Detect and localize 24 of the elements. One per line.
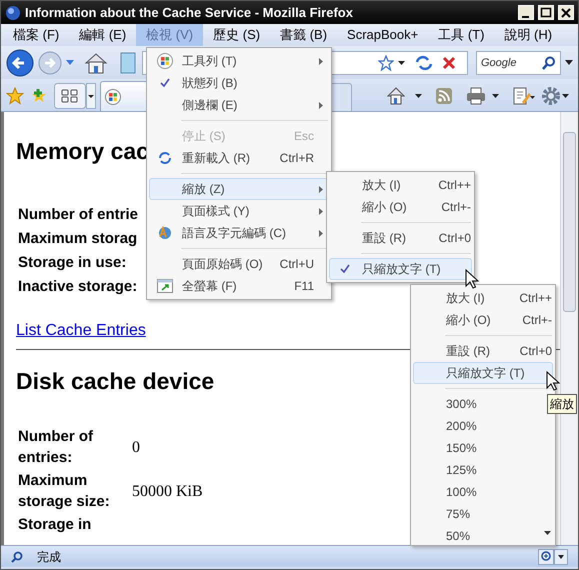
shortcut-text: Ctrl+0 <box>438 230 471 247</box>
shortcut-text: Ctrl+R <box>280 150 314 167</box>
status-text: 完成 <box>37 548 61 566</box>
shortcut-text: Ctrl+U <box>280 256 314 273</box>
shortcut-text: F11 <box>294 278 314 295</box>
field-label: Maximum storag <box>18 229 138 249</box>
shortcut-text: Ctrl++ <box>519 290 552 307</box>
shortcut-text: Esc <box>294 128 314 145</box>
page-heading: Memory cac <box>16 137 149 166</box>
field-label: Storage in use: <box>18 253 128 273</box>
shortcut-text: Ctrl+- <box>522 312 552 329</box>
field-label: Number of entrie <box>18 205 140 225</box>
field-value: 0 <box>132 438 140 458</box>
field-label: Maximum storage size: <box>18 471 111 512</box>
field-value: 50000 KiB <box>132 482 203 502</box>
shortcut-text: Ctrl+0 <box>520 343 552 360</box>
window-title: Information about the Cache Service - Mozilla Firefox <box>25 4 354 22</box>
field-label: Inactive storage: <box>18 277 138 297</box>
shortcut-text: Ctrl++ <box>438 177 471 194</box>
page-heading: Disk cache device <box>16 367 214 396</box>
tooltip: 縮放 <box>547 394 577 414</box>
field-label: Storage in <box>18 515 92 535</box>
field-label: Number of entries: <box>18 427 94 468</box>
shortcut-text: Ctrl+- <box>441 199 471 216</box>
